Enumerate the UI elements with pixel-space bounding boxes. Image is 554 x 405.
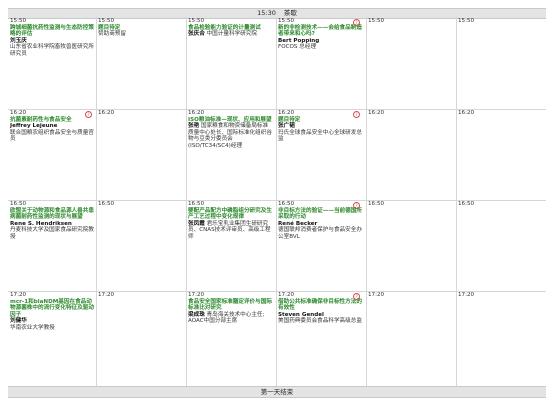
- session-title[interactable]: mcr-1和blaNDM基因在食品动物源菌株中的流行变化特征及驱动因子: [10, 299, 94, 319]
- session-cell: 16:20: [98, 110, 182, 117]
- info-icon[interactable]: ?: [353, 202, 360, 209]
- session-title[interactable]: 抗菌素耐药性与食品安全: [10, 117, 94, 124]
- session-cell: 16:20: [368, 110, 452, 117]
- session-time: 15:50: [278, 18, 295, 24]
- speaker-affiliation: 赞助商预留: [98, 31, 126, 38]
- session-time: 16:20: [368, 110, 385, 116]
- session-cell[interactable]: 16:50 婴配产品配方中磷脂组分研究及生产工艺过程中变化规律 张凤霞 君乐宝乳业集…: [188, 201, 272, 241]
- session-time: 16:50: [368, 201, 385, 207]
- session-cell: 16:50: [458, 201, 542, 208]
- speaker-name: 张凤霞: [188, 220, 205, 227]
- speaker-affiliation: 丹麦科技大学及国家食品研究院教授: [10, 227, 94, 240]
- break-label: 茶歇: [283, 9, 297, 17]
- speaker-affiliation: 联合国粮农组织食品安全与质量官员: [10, 129, 94, 143]
- session-time: 16:20: [10, 110, 27, 116]
- session-cell: 17:20: [98, 292, 182, 299]
- speaker-name: 张艳: [188, 123, 200, 130]
- session-time: 16:20: [278, 110, 295, 116]
- session-title[interactable]: 婴配产品配方中磷脂组分研究及生产工艺过程中变化规律: [188, 208, 272, 221]
- session-cell[interactable]: 15:50 跨城细菌抗药性监测与生态防控策略的评估 刘玉庆 山东省农业科学院畜牧兽医研…: [10, 18, 94, 58]
- session-time: 16:50: [188, 201, 205, 207]
- schedule-page: 15:30 茶歇 15:50 跨城细菌抗药性监测与生态防控策略的评估 刘玉庆 山东省农业…: [0, 0, 554, 405]
- speaker-name: Jeffrey Lejeune: [10, 123, 58, 130]
- session-time: 16:50: [10, 201, 27, 207]
- speaker-line: 张凤霞 君乐宝乳业集团生研研究员、CNAS技术评审员、高级工程师: [188, 221, 272, 241]
- session-title[interactable]: 跨城细菌抗药性监测与生态防控策略的评估: [10, 25, 94, 38]
- session-time: 16:20: [188, 110, 205, 116]
- session-time: 17:20: [278, 292, 295, 298]
- session-cell[interactable]: 17:20 借助公共标准确保非目标性方法的有效性 Steven Gendel 美国药典…: [278, 292, 362, 325]
- speaker-affiliation: FOCOS 总经理: [278, 44, 317, 51]
- session-time: 17:20: [368, 292, 385, 298]
- session-time: 17:20: [188, 292, 205, 298]
- session-cell[interactable]: 15:50 新的非检测技术——会给食品制造者带来和心吗? Bert Popping F…: [278, 18, 362, 51]
- column-divider: [276, 17, 277, 386]
- session-cell: 16:50: [368, 201, 452, 208]
- info-icon[interactable]: ?: [353, 293, 360, 300]
- session-time: 15:50: [188, 18, 205, 24]
- session-cell[interactable]: 17:20 食品安全国家标准膳定评价与国际标准比对研究 梁成珠 青岛海关技术中心主任…: [188, 292, 272, 325]
- session-title[interactable]: 借助公共标准确保非目标性方法的有效性: [278, 299, 362, 312]
- session-time: 16:50: [458, 201, 475, 207]
- speaker-name: 张庆合: [188, 31, 205, 38]
- speaker-affiliation: 华南农业大学教授: [10, 324, 55, 331]
- speaker-affiliation: 国家粮食和物资储备局标准质量中心处长、国际标准化组织谷物与豆类分委员会(ISO/…: [188, 123, 272, 149]
- session-time: 15:50: [458, 18, 475, 24]
- day-end-bar: 第一天结束: [8, 386, 546, 398]
- session-time: 15:50: [368, 18, 385, 24]
- speaker-affiliation: 美国药典委员会食品科学高级总监: [278, 318, 362, 325]
- session-time: 15:50: [10, 18, 27, 24]
- session-time: 17:20: [458, 292, 475, 298]
- session-title[interactable]: 非目标方法的验证——当前德国所采取的行动: [278, 208, 362, 221]
- session-title[interactable]: 欧盟关于动物源和食品源人兽共患病菌耐药性监测的现状与展望: [10, 208, 94, 221]
- schedule-grid: 15:50 跨城细菌抗药性监测与生态防控策略的评估 刘玉庆 山东省农业科学院畜牧兽医研…: [8, 17, 546, 386]
- session-cell: 16:20: [458, 110, 542, 117]
- day-end-label: 第一天结束: [260, 388, 294, 396]
- session-cell: 17:20: [458, 292, 542, 299]
- column-divider: [456, 17, 457, 386]
- info-icon[interactable]: ?: [353, 111, 360, 118]
- session-cell[interactable]: 17:20 mcr-1和blaNDM基因在食品动物源菌株中的流行变化特征及驱动因子…: [10, 292, 94, 332]
- session-cell[interactable]: 16:50 欧盟关于动物源和食品源人兽共患病菌耐药性监测的现状与展望 Rene S.…: [10, 201, 94, 241]
- session-cell[interactable]: 16:20 抗菌素耐药性与食品安全 Jeffrey Lejeune 联合国粮农组织食品…: [10, 110, 94, 143]
- session-cell[interactable]: 15:50 题目待定 赞助商预留: [98, 18, 182, 38]
- info-icon[interactable]: ?: [85, 111, 92, 118]
- session-cell: 15:50: [458, 18, 542, 25]
- speaker-affiliation: 中国计量科学研究院: [206, 31, 257, 38]
- session-time: 17:20: [10, 292, 27, 298]
- session-cell[interactable]: 16:20 题目待定 张广韬 玛氏全球食品安全中心全球研发总监?: [278, 110, 362, 143]
- speaker-name: 刘健华: [10, 318, 27, 325]
- session-cell: 16:50: [98, 201, 182, 208]
- speaker-name: 梁成珠: [188, 311, 205, 318]
- session-cell: 17:20: [368, 292, 452, 299]
- session-time: 16:50: [98, 201, 115, 207]
- session-time: 16:20: [98, 110, 115, 116]
- session-title[interactable]: 新的非检测技术——会给食品制造者带来和心吗?: [278, 25, 362, 38]
- column-divider: [96, 17, 97, 386]
- speaker-name: 张广韬: [278, 123, 295, 130]
- speaker-affiliation: 德国联邦消费者保护与食品安全办公室BVL: [278, 227, 362, 240]
- break-time: 15:30: [257, 9, 276, 17]
- session-time: 16:20: [458, 110, 475, 116]
- session-cell: 15:50: [368, 18, 452, 25]
- session-cell[interactable]: 16:20 ISO粮油标准—现状、应用和展望 张艳 国家粮食和物资储备局标准质量中心…: [188, 110, 272, 150]
- speaker-line: 张艳 国家粮食和物资储备局标准质量中心处长、国际标准化组织谷物与豆类分委员会(I…: [188, 123, 272, 149]
- session-time: 16:50: [278, 201, 295, 207]
- session-time: 17:20: [98, 292, 115, 298]
- session-cell[interactable]: 16:50 非目标方法的验证——当前德国所采取的行动 René Becker 德国联邦…: [278, 201, 362, 241]
- speaker-affiliation: 山东省农业科学院畜牧兽医研究所研究员: [10, 44, 94, 57]
- session-title[interactable]: 食品安全国家标准膳定评价与国际标准比对研究: [188, 299, 272, 312]
- info-icon[interactable]: ?: [353, 19, 360, 26]
- column-divider: [186, 17, 187, 386]
- speaker-line: 梁成珠 青岛海关技术中心主任; AOAC中国分部主席: [188, 312, 272, 325]
- speaker-affiliation: 玛氏全球食品安全中心全球研发总监: [278, 129, 362, 143]
- session-cell[interactable]: 15:50 食品检验能力验证的计量测试 张庆合 中国计量科学研究院: [188, 18, 272, 38]
- column-divider: [366, 17, 367, 386]
- speaker-line: 张庆合 中国计量科学研究院: [188, 31, 272, 38]
- session-time: 15:50: [98, 18, 115, 24]
